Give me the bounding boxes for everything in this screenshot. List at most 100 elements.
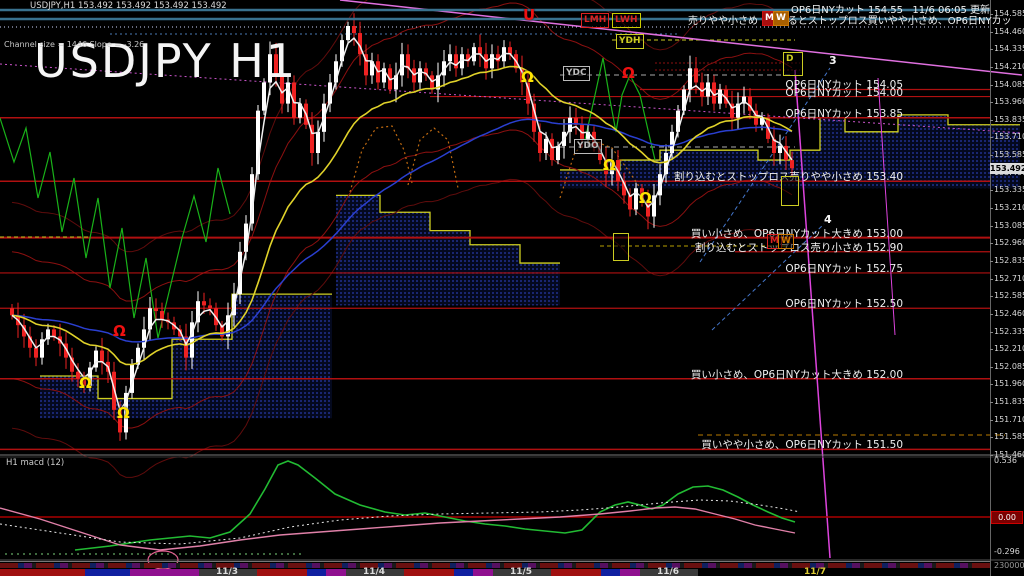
candle-body <box>400 54 404 76</box>
session-segment <box>404 569 454 576</box>
pattern-marker-icon: Ω <box>113 322 126 340</box>
session-segment <box>85 569 130 576</box>
session-segment <box>780 563 788 568</box>
macd-line <box>74 460 796 551</box>
session-segment <box>276 563 284 568</box>
session-segment <box>324 563 342 568</box>
session-segment <box>240 563 248 568</box>
candle-body <box>790 160 794 169</box>
session-segment <box>432 563 450 568</box>
axis-tick <box>990 296 993 298</box>
session-segment <box>312 563 320 568</box>
candle-body <box>448 54 452 62</box>
candle-body <box>694 68 698 83</box>
price-level-annotation: 買いやや小さめ、OP6日NYカット 151.50 <box>701 439 903 452</box>
session-segment <box>252 563 270 568</box>
candle-body <box>628 195 632 210</box>
session-segment <box>972 563 990 568</box>
price-axis-label: 153.210 <box>994 203 1024 213</box>
date-axis-label[interactable]: 11/7 <box>804 567 826 576</box>
candle-body <box>418 68 422 83</box>
pattern-marker-icon: Ω <box>622 64 635 82</box>
candle-body <box>316 131 320 154</box>
price-axis-label: 154.335 <box>994 44 1024 54</box>
time-axis-sessions[interactable]: 11/3 11/4 11/5 11/6 11/7 <box>0 561 990 576</box>
candle-body <box>10 308 14 316</box>
axis-tick <box>990 260 993 262</box>
candle-body <box>778 145 782 154</box>
session-segment <box>612 563 630 568</box>
session-segment <box>960 563 968 568</box>
current-price-badge: 153.492 <box>990 163 1024 174</box>
axis-tick <box>990 137 993 139</box>
candle-body <box>538 131 542 154</box>
axis-tick <box>990 31 993 33</box>
axis-tick <box>990 225 993 227</box>
pattern-marker-icon: Ω <box>117 404 130 422</box>
session-segment <box>36 563 54 568</box>
wave-count-label: 3 <box>829 54 837 67</box>
session-segment <box>551 569 601 576</box>
session-segment <box>132 563 140 568</box>
axis-tick <box>990 119 993 121</box>
axis-tick <box>990 190 993 192</box>
session-segment <box>684 563 702 568</box>
axis-tick <box>990 402 993 404</box>
price-level-annotation: OP6日NYカット 154.00 <box>785 86 903 99</box>
candle-body <box>478 47 482 55</box>
session-segment <box>888 563 896 568</box>
axis-separator <box>990 0 991 576</box>
candle-body <box>154 308 158 312</box>
candle-body <box>490 54 494 69</box>
price-level-annotation: 割り込むとストップロス売り小さめ 152.90 <box>694 241 903 254</box>
session-segment <box>326 569 346 576</box>
date-axis-label[interactable]: 11/5 <box>510 567 532 576</box>
session-segment <box>168 563 176 568</box>
symbol-ohlc-ticker: USDJPY,H1 153.492 153.492 153.492 153.49… <box>30 1 227 11</box>
axis-tick <box>990 84 993 86</box>
session-segment <box>828 563 846 568</box>
price-axis-label: 151.835 <box>994 397 1024 407</box>
candle-body <box>208 305 212 309</box>
candle-body <box>454 54 458 69</box>
session-segment <box>0 569 85 576</box>
price-axis-label: 152.835 <box>994 255 1024 265</box>
pattern-marker-icon: Ω <box>521 68 534 86</box>
price-level-annotation: 買い小さめ、OP6日NYカット大きめ 153.00 <box>690 227 903 240</box>
price-axis-label: 151.585 <box>994 432 1024 442</box>
session-segment <box>492 563 500 568</box>
pattern-marker-icon: U <box>523 6 536 24</box>
reference-tag: LMH <box>581 13 610 28</box>
candle-body <box>352 25 356 34</box>
pattern-marker-icon: Ω <box>603 156 616 174</box>
session-segment <box>96 563 104 568</box>
axis-tick <box>990 208 993 210</box>
macd-indicator-label: H1 macd (12) <box>6 458 65 468</box>
price-axis-label: 152.960 <box>994 238 1024 248</box>
session-segment <box>601 569 620 576</box>
date-axis-label[interactable]: 11/4 <box>363 567 385 576</box>
reference-tag: YDH <box>616 34 644 49</box>
reference-tag <box>781 176 799 206</box>
axis-tick <box>990 243 993 245</box>
pattern-marker-icon: Ω <box>639 189 652 207</box>
axis-tick <box>990 384 993 386</box>
reference-tag: LWH <box>612 13 641 28</box>
chart-window: USDJPY,H1 153.492 153.492 153.492 153.49… <box>0 0 1024 576</box>
axis-tick <box>990 14 993 15</box>
axis-tick <box>990 49 993 51</box>
session-segment <box>454 569 473 576</box>
session-segment <box>420 563 428 568</box>
date-axis-label[interactable]: 11/6 <box>657 567 679 576</box>
axis-tick <box>990 313 993 315</box>
session-segment <box>0 563 18 568</box>
candle-body <box>544 138 548 154</box>
overlay-line <box>407 127 459 189</box>
date-axis-label[interactable]: 11/3 <box>216 567 238 576</box>
macd-signal-line <box>0 499 801 545</box>
session-segment <box>257 569 307 576</box>
candle-body <box>556 145 560 161</box>
pattern-marker-icon: Ω <box>79 374 92 392</box>
macd-axis-extra-label: 230000 <box>994 561 1024 570</box>
reference-tag: YDC <box>563 66 590 81</box>
